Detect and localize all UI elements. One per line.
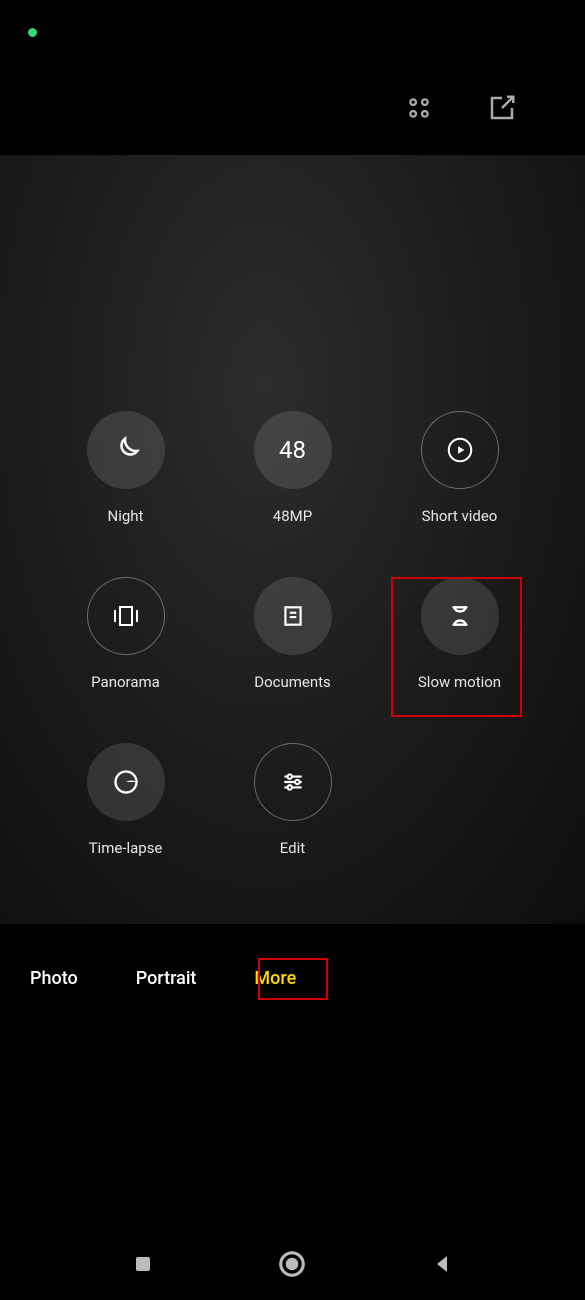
moon-icon xyxy=(87,411,165,489)
mode-night[interactable]: Night xyxy=(42,411,209,525)
tab-photo[interactable]: Photo xyxy=(30,968,78,989)
document-icon xyxy=(254,577,332,655)
mode-label: Slow motion xyxy=(418,673,501,691)
nav-back-icon[interactable] xyxy=(430,1252,454,1276)
mode-label: Short video xyxy=(422,507,498,525)
viewfinder: Night 48 48MP Short video Panorama Docum… xyxy=(0,155,585,924)
mode-label: 48MP xyxy=(273,507,312,525)
mode-edit[interactable]: Edit xyxy=(209,743,376,857)
clock-icon xyxy=(87,743,165,821)
mode-time-lapse[interactable]: Time-lapse xyxy=(42,743,209,857)
mode-label: Time-lapse xyxy=(89,839,163,857)
mode-label: Panorama xyxy=(91,673,160,691)
top-toolbar xyxy=(0,60,585,155)
mode-panorama[interactable]: Panorama xyxy=(42,577,209,691)
play-circle-icon xyxy=(421,411,499,489)
tab-more[interactable]: More xyxy=(254,968,296,989)
layout-grid-icon[interactable] xyxy=(405,94,433,122)
system-nav-bar xyxy=(0,1228,585,1300)
mode-label: Documents xyxy=(254,673,331,691)
sliders-icon xyxy=(254,743,332,821)
mode-grid: Night 48 48MP Short video Panorama Docum… xyxy=(0,411,585,857)
mode-label: Edit xyxy=(280,839,305,857)
mode-label: Night xyxy=(108,507,144,525)
edit-square-icon[interactable] xyxy=(487,93,517,123)
status-bar xyxy=(0,0,585,60)
nav-recent-icon[interactable] xyxy=(131,1252,155,1276)
mode-documents[interactable]: Documents xyxy=(209,577,376,691)
mode-tab-bar: Photo Portrait More xyxy=(0,924,585,1032)
camera-indicator-dot xyxy=(28,28,37,37)
mode-48mp[interactable]: 48 48MP xyxy=(209,411,376,525)
48-icon: 48 xyxy=(254,411,332,489)
mode-slow-motion[interactable]: Slow motion xyxy=(376,577,543,691)
nav-home-icon[interactable] xyxy=(277,1249,307,1279)
hourglass-icon xyxy=(421,577,499,655)
panorama-icon xyxy=(87,577,165,655)
mode-short-video[interactable]: Short video xyxy=(376,411,543,525)
tab-portrait[interactable]: Portrait xyxy=(136,968,197,989)
